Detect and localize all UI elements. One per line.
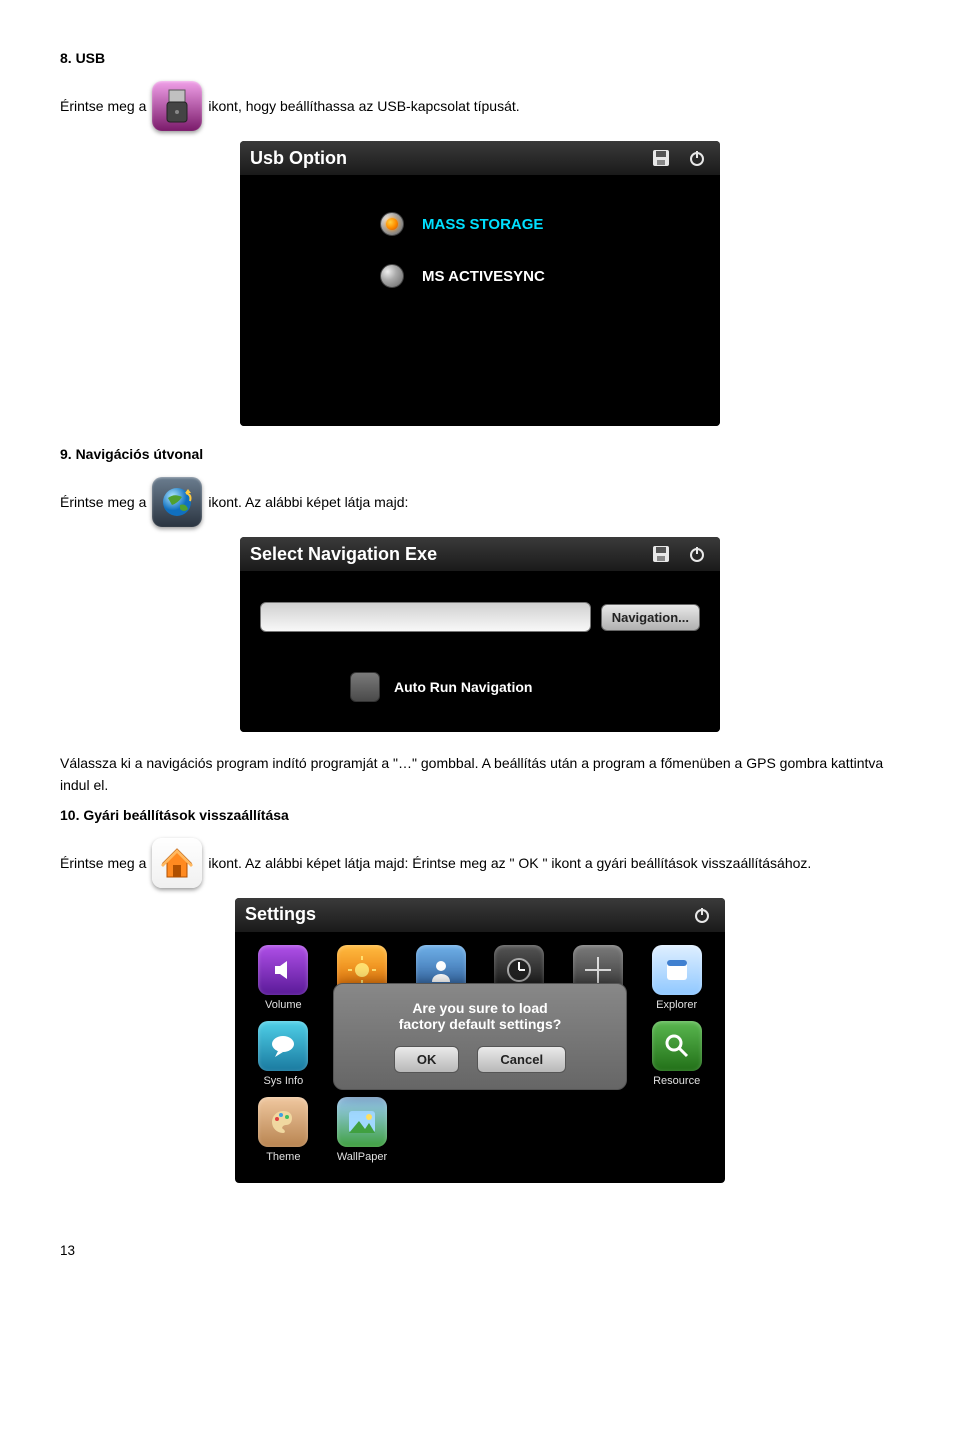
settings-item-resource[interactable]: Resource <box>640 1021 713 1087</box>
mass-storage-label: MASS STORAGE <box>422 216 543 233</box>
section-8-heading: 8. USB <box>60 50 900 66</box>
select-nav-title: Select Navigation Exe <box>250 544 437 565</box>
settings-item-volume[interactable]: Volume <box>247 945 320 1011</box>
auto-run-label: Auto Run Navigation <box>394 679 532 695</box>
volume-icon <box>258 945 308 995</box>
nav-path-row: Navigation... <box>260 602 700 632</box>
settings-item-label: Theme <box>266 1151 300 1163</box>
text-before-icon: Érintse meg a <box>60 855 146 871</box>
dialog-line-2: factory default settings? <box>350 1016 610 1032</box>
text-before-icon: Érintse meg a <box>60 98 146 114</box>
usb-device-icon <box>152 81 202 131</box>
select-nav-header: Select Navigation Exe <box>240 537 720 572</box>
browse-button[interactable]: Navigation... <box>601 604 700 631</box>
auto-run-option[interactable]: Auto Run Navigation <box>350 672 700 702</box>
usb-option-title: Usb Option <box>250 148 347 169</box>
settings-item-label: Sys Info <box>263 1075 303 1087</box>
power-icon[interactable] <box>684 543 710 565</box>
settings-item-label: Explorer <box>656 999 697 1011</box>
factory-reset-dialog: Are you sure to load factory default set… <box>333 983 627 1090</box>
settings-item-label: Resource <box>653 1075 700 1087</box>
home-icon <box>152 838 202 888</box>
settings-item-explorer[interactable]: Explorer <box>640 945 713 1011</box>
settings-title: Settings <box>245 904 316 925</box>
section-9-heading: 9. Navigációs útvonal <box>60 446 900 462</box>
checkbox-icon[interactable] <box>350 672 380 702</box>
cancel-button[interactable]: Cancel <box>477 1046 566 1073</box>
activesync-option[interactable]: MS ACTIVESYNC <box>380 264 700 288</box>
text-after-icon: ikont, hogy beállíthassa az USB-kapcsola… <box>208 98 519 114</box>
settings-screen: Settings Volume Backlight Language <box>235 898 725 1183</box>
radio-selected-icon[interactable] <box>380 212 404 236</box>
settings-item-theme[interactable]: Theme <box>247 1097 320 1163</box>
settings-header: Settings <box>235 898 725 933</box>
explorer-icon <box>652 945 702 995</box>
settings-item-wallpaper[interactable]: WallPaper <box>326 1097 399 1163</box>
power-icon[interactable] <box>684 147 710 169</box>
radio-unselected-icon[interactable] <box>380 264 404 288</box>
page-number: 13 <box>60 1243 900 1258</box>
text-after-icon: ikont. Az alábbi képet látja majd: Érint… <box>208 855 811 871</box>
activesync-label: MS ACTIVESYNC <box>422 268 545 285</box>
globe-nav-icon <box>152 477 202 527</box>
power-icon[interactable] <box>689 904 715 926</box>
nav-path-input[interactable] <box>260 602 591 632</box>
settings-item-sysinfo[interactable]: Sys Info <box>247 1021 320 1087</box>
settings-item-label: WallPaper <box>337 1151 387 1163</box>
select-nav-screen: Select Navigation Exe Navigation... Auto… <box>240 537 720 732</box>
section-9-line: Érintse meg a ikont. Az alábbi képet lát… <box>60 477 900 527</box>
mass-storage-option[interactable]: MASS STORAGE <box>380 212 700 236</box>
text-after-icon: ikont. Az alábbi képet látja majd: <box>208 494 408 510</box>
chat-icon <box>258 1021 308 1071</box>
dialog-line-1: Are you sure to load <box>350 1000 610 1016</box>
save-icon[interactable] <box>648 543 674 565</box>
text-before-icon: Érintse meg a <box>60 494 146 510</box>
section-10-heading: 10. Gyári beállítások visszaállítása <box>60 807 900 823</box>
settings-item-label: Volume <box>265 999 302 1011</box>
palette-icon <box>258 1097 308 1147</box>
magnifier-icon <box>652 1021 702 1071</box>
save-icon[interactable] <box>648 147 674 169</box>
usb-option-header: Usb Option <box>240 141 720 176</box>
nav-instruction-text: Válassza ki a navigációs program indító … <box>60 752 900 797</box>
section-8-line: Érintse meg a ikont, hogy beállíthassa a… <box>60 81 900 131</box>
section-10-line: Érintse meg a ikont. Az alábbi képet lát… <box>60 838 900 888</box>
landscape-icon <box>337 1097 387 1147</box>
ok-button[interactable]: OK <box>394 1046 460 1073</box>
usb-option-screen: Usb Option MASS STORAGE MS ACTIVESYNC <box>240 141 720 426</box>
